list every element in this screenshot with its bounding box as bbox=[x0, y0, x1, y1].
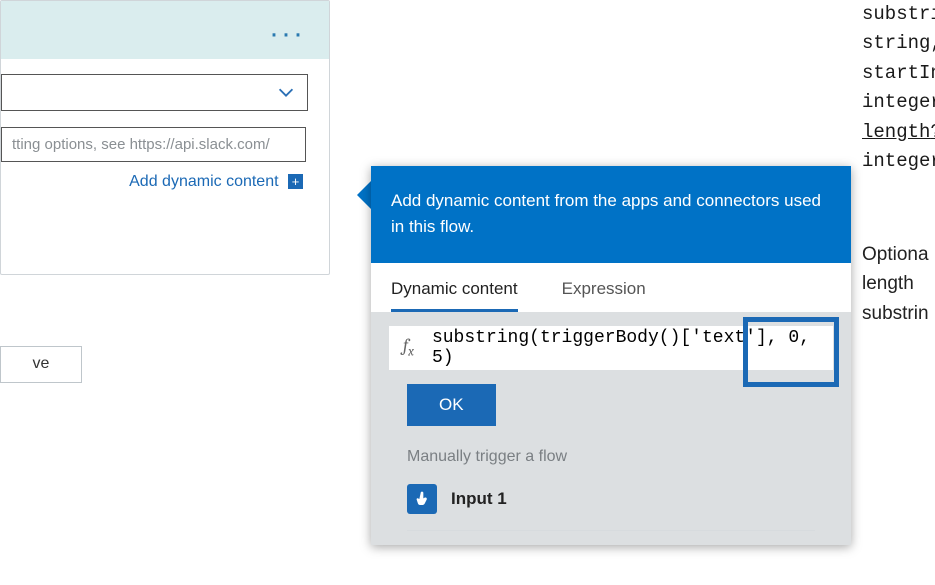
syntax-line: length? bbox=[862, 118, 935, 147]
tab-dynamic-content[interactable]: Dynamic content bbox=[391, 279, 518, 312]
syntax-line: integer bbox=[862, 88, 935, 117]
flyout-header: Add dynamic content from the apps and co… bbox=[371, 166, 851, 263]
desc-line: length bbox=[862, 269, 929, 298]
adc-link-label: Add dynamic content bbox=[129, 173, 278, 190]
item-label: Input 1 bbox=[451, 489, 507, 509]
save-button[interactable]: ve bbox=[0, 346, 82, 383]
action-card: ··· tting options, see https://api.slack… bbox=[0, 0, 330, 275]
desc-line: substrin bbox=[862, 299, 929, 328]
desc-line: Optiona bbox=[862, 240, 929, 269]
expression-area: fx substring(triggerBody()['text'], 0, 5… bbox=[371, 312, 851, 545]
tab-expression[interactable]: Expression bbox=[562, 279, 646, 312]
expression-input[interactable]: fx substring(triggerBody()['text'], 0, 5… bbox=[389, 326, 833, 370]
syntax-line: substri bbox=[862, 0, 935, 29]
flyout-arrow bbox=[357, 181, 371, 209]
chevron-down-icon bbox=[275, 81, 297, 108]
expression-text: substring(triggerBody()['text'], 0, 5) bbox=[432, 328, 819, 368]
touch-icon bbox=[407, 484, 437, 514]
section-label: Manually trigger a flow bbox=[389, 426, 833, 476]
channel-select[interactable] bbox=[1, 74, 308, 111]
plus-icon: + bbox=[288, 174, 303, 189]
description-panel: Optiona length substrin bbox=[862, 240, 929, 328]
message-text-input[interactable]: tting options, see https://api.slack.com… bbox=[1, 127, 306, 162]
dynamic-item-input1[interactable]: Input 1 bbox=[389, 476, 833, 530]
ok-button[interactable]: OK bbox=[407, 384, 496, 426]
syntax-line: integer bbox=[862, 147, 935, 176]
add-dynamic-content-link[interactable]: Add dynamic content + bbox=[129, 173, 303, 191]
syntax-line: startIn bbox=[862, 59, 935, 88]
syntax-line: string, bbox=[862, 29, 935, 58]
card-header: ··· bbox=[1, 1, 329, 59]
fx-icon: fx bbox=[403, 335, 414, 360]
flyout-tabs: Dynamic content Expression bbox=[371, 263, 851, 312]
syntax-panel: substri string, startIn integer length? … bbox=[862, 0, 935, 177]
dynamic-content-flyout: Add dynamic content from the apps and co… bbox=[371, 166, 851, 545]
more-button[interactable]: ··· bbox=[269, 17, 305, 51]
divider bbox=[407, 530, 815, 531]
